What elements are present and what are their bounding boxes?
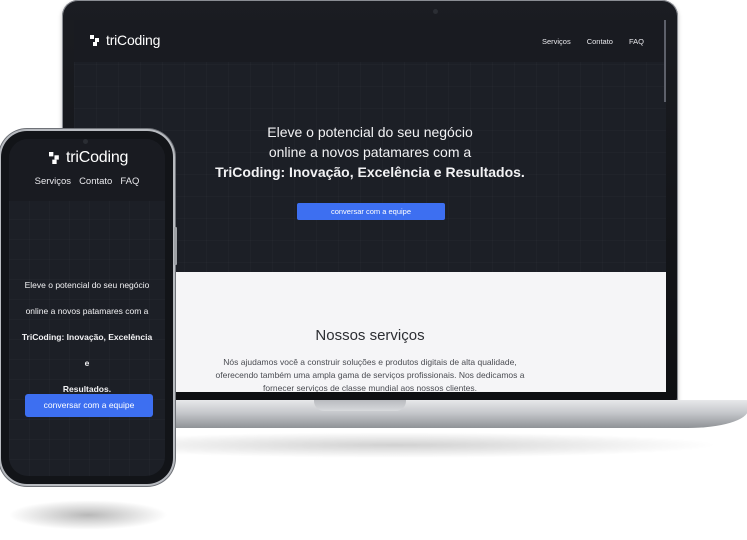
phone-power-button: [174, 227, 177, 265]
laptop-hero-headline: Eleve o potencial do seu negócio online …: [170, 122, 570, 182]
nav-link-contato[interactable]: Contato: [587, 37, 613, 46]
laptop-navbar: triCoding Serviços Contato FAQ: [74, 20, 666, 62]
nav-link-faq[interactable]: FAQ: [629, 37, 644, 46]
mobile-hero-line-4: Resultados.: [62, 384, 112, 394]
phone-camera: [83, 139, 88, 144]
nav-link-servicos[interactable]: Serviços: [542, 37, 571, 46]
laptop-notch: [314, 400, 406, 411]
hero-line-1: Eleve o potencial do seu negócio: [267, 124, 473, 140]
logo-text: triCoding: [66, 149, 129, 166]
phone-hero-headline: Eleve o potencial do seu negócio online …: [19, 272, 155, 402]
services-line-3: fornecer serviços de classe mundial aos …: [262, 383, 478, 392]
nav-link-faq[interactable]: FAQ: [120, 176, 139, 187]
phone-nav-links: Serviços Contato FAQ: [9, 176, 165, 187]
nav-link-servicos[interactable]: Serviços: [35, 176, 71, 187]
phone-logo[interactable]: triCoding: [49, 149, 128, 167]
laptop-cta-button[interactable]: conversar com a equipe: [297, 203, 445, 220]
services-line-2: oferecendo também uma ampla gama de serv…: [215, 370, 525, 380]
logo-text: triCoding: [106, 32, 161, 48]
phone-screen: triCoding Serviços Contato FAQ Eleve o p…: [9, 139, 165, 476]
phone-cta-button[interactable]: conversar com a equipe: [25, 394, 153, 417]
mobile-hero-line-1: Eleve o potencial do seu negócio: [24, 280, 150, 290]
tricoding-logo-icon: [90, 34, 99, 46]
tricoding-logo-icon: [49, 152, 59, 164]
laptop-scrollbar[interactable]: [664, 20, 666, 102]
phone-frame: triCoding Serviços Contato FAQ Eleve o p…: [1, 131, 177, 484]
phone-shadow: [8, 500, 168, 530]
mobile-hero-line-3: TriCoding: Inovação, Excelência e: [21, 332, 153, 368]
mobile-hero-line-2: online a novos patamares com a: [25, 306, 149, 316]
phone-navbar: triCoding Serviços Contato FAQ: [9, 139, 165, 201]
laptop-logo[interactable]: triCoding: [90, 32, 160, 48]
laptop-nav-links: Serviços Contato FAQ: [542, 37, 644, 46]
nav-link-contato[interactable]: Contato: [79, 176, 112, 187]
laptop-camera: [433, 9, 438, 14]
services-line-1: Nós ajudamos você a construir soluções e…: [223, 357, 517, 367]
services-description: Nós ajudamos você a construir soluções e…: [200, 356, 540, 392]
hero-line-3: TriCoding: Inovação, Excelência e Result…: [215, 164, 525, 180]
hero-line-2: online a novos patamares com a: [268, 144, 472, 160]
